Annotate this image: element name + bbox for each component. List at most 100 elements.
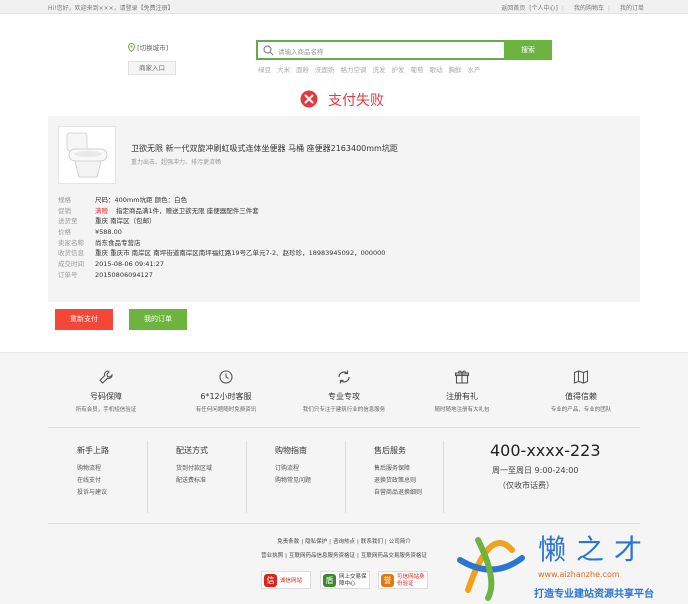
footer-link[interactable]: 隐私保护 — [305, 539, 327, 545]
footer-link[interactable]: 自营商品退换细则 — [374, 487, 422, 499]
detail-key: 价格 — [58, 228, 71, 237]
divider — [443, 441, 444, 513]
order-card: 卫欲无限 新一代双旋冲刷虹吸式连体坐便器 马桶 座便器2163400mm坑距 重… — [48, 116, 640, 302]
service-title: 专业专攻 — [328, 392, 360, 401]
license-link[interactable]: 互联网药品交易服务资格证 — [361, 553, 427, 559]
trust-badge[interactable]: 信 诚信网站 — [261, 571, 311, 589]
hot-word[interactable]: 格力空调 — [341, 66, 367, 74]
footer-link[interactable]: 咨询热点 — [333, 539, 355, 545]
footer-link[interactable]: 货到付款区域 — [176, 463, 212, 475]
service-title: 号码保障 — [90, 392, 122, 401]
search-placeholder: 请输入商品名称 — [278, 48, 324, 56]
merchant-entry-button[interactable]: 商家入口 — [128, 61, 176, 75]
footer-link[interactable]: 退换货政策总则 — [374, 475, 422, 487]
column-title: 配送方式 — [176, 446, 208, 455]
footer-link[interactable]: 投诉与建议 — [77, 487, 109, 499]
hot-word[interactable]: 护发 — [392, 66, 405, 74]
watermark-text: 懒之才 — [538, 533, 653, 566]
footer-link[interactable]: 联系我们 — [361, 539, 383, 545]
greeting-text[interactable]: Hi!您好，欢迎来到×××，请登录 — [48, 5, 138, 12]
refresh-icon — [338, 370, 350, 384]
hot-word[interactable]: 眼动 — [430, 66, 443, 74]
divider — [345, 441, 346, 513]
hot-word[interactable]: 绿豆 — [258, 66, 271, 74]
wrench-icon — [99, 370, 113, 384]
footer-column: 购物指南 订购流程 购物常见问题 — [275, 445, 311, 487]
city-label: [切换城市] — [137, 44, 169, 52]
detail-key: 成交时间 — [58, 260, 84, 269]
search-bar: 请输入商品名称 搜索 — [256, 40, 552, 60]
hot-word[interactable]: 洗发 — [373, 66, 386, 74]
service-desc: 有任何问题随时免费资讯 — [195, 407, 257, 413]
gift-icon — [454, 370, 470, 384]
status-title: 支付失败 — [328, 93, 384, 109]
city-switcher[interactable]: [切换城市] — [127, 42, 169, 54]
service-desc: 我们只专注于建筑行业的信息服务 — [302, 407, 386, 413]
license-link[interactable]: 营业执照 — [261, 553, 283, 559]
service-title: 值得信赖 — [565, 392, 597, 401]
user-center-link[interactable]: [个人中心] — [529, 5, 558, 12]
product-title[interactable]: 卫欲无限 新一代双旋冲刷虹吸式连体坐便器 马桶 座便器2163400mm坑距 — [131, 143, 398, 154]
footer-link[interactable]: 在线支付 — [77, 475, 109, 487]
badge-icon: 誉 — [381, 574, 394, 587]
service-title: 注册有礼 — [446, 392, 478, 401]
trust-badge[interactable]: 盾 网上交易保障中心 — [320, 571, 370, 589]
detail-key: 订单号 — [58, 270, 78, 279]
badge-label: 诚信网站 — [280, 578, 303, 584]
hot-word[interactable]: 葡萄 — [411, 66, 424, 74]
promo-tag: 满赠 — [95, 206, 108, 215]
badge-label: 网上交易保障中心 — [339, 574, 367, 587]
hot-word[interactable]: 胸鲜 — [449, 66, 462, 74]
clock-icon — [219, 370, 233, 384]
location-pin-icon — [127, 42, 136, 54]
detail-key: 收货信息 — [58, 249, 84, 258]
license-link[interactable]: 互联网药品信息服务资格证 — [289, 553, 355, 559]
footer-link[interactable]: 购物常见问题 — [275, 475, 311, 487]
product-image[interactable] — [58, 126, 116, 184]
trust-badge[interactable]: 誉 可信网站身份验证 — [378, 571, 428, 589]
footer-link[interactable]: 售后服务保障 — [374, 463, 422, 475]
error-icon — [300, 90, 318, 108]
footer-column: 新手上路 购物流程 在线支付 投诉与建议 — [77, 445, 109, 499]
footer-link[interactable]: 免责条款 — [277, 539, 299, 545]
greeting: Hi!您好，欢迎来到×××，请登录【免费注册】 — [48, 3, 174, 12]
cart-link[interactable]: 我的购物车 — [574, 5, 604, 12]
badge-label: 可信网站身份验证 — [397, 574, 425, 587]
retry-payment-button[interactable]: 重新支付 — [55, 309, 113, 330]
divider: | — [607, 5, 610, 12]
hotline-number: 400-xxxx-223 — [490, 441, 601, 460]
search-input[interactable]: 请输入商品名称 — [256, 40, 504, 60]
detail-value: 重庆 南岸区（包邮） — [95, 217, 156, 226]
column-title: 新手上路 — [77, 446, 109, 455]
search-button[interactable]: 搜索 — [504, 40, 552, 60]
detail-value: 尺码：400mm坑距 颜色：白色 — [95, 196, 188, 204]
orders-link[interactable]: 我的订单 — [620, 5, 644, 12]
hot-word[interactable]: 大米 — [277, 66, 290, 74]
divider — [246, 441, 247, 513]
column-title: 售后服务 — [374, 446, 406, 455]
footer-link[interactable]: 购物流程 — [77, 463, 109, 475]
detail-value: 重庆 重庆市 南岸区 南坪街道南岸区南坪福红路19号乙单元7-2、赵珍珍，189… — [95, 249, 386, 258]
hot-words: 绿豆 大米 面粉 洗面奶 格力空调 洗发 护发 葡萄 眼动 胸鲜 水产 — [258, 64, 487, 74]
service-item: 6*12小时客服 有任何问题随时免费资讯 — [166, 369, 286, 413]
hot-word[interactable]: 面粉 — [296, 66, 309, 74]
footer-link[interactable]: 公司简介 — [389, 539, 411, 545]
my-orders-button[interactable]: 我的订单 — [129, 309, 187, 330]
detail-value: 2015-08-06 09:41:27 — [95, 260, 165, 269]
hot-word[interactable]: 水产 — [468, 66, 481, 74]
seller-link[interactable]: 尚东食品专营店 — [95, 238, 141, 249]
detail-key: 促销 — [58, 206, 71, 215]
home-link[interactable]: 返回首页 — [501, 5, 525, 12]
promo-text: 指定商品满1件，赠送卫欲无限 座便器配件三件套 — [116, 206, 259, 215]
register-link[interactable]: 【免费注册】 — [138, 5, 174, 12]
badge-icon: 信 — [264, 574, 277, 587]
footer-link[interactable]: 配送费标准 — [176, 475, 212, 487]
footer-link[interactable]: 订购流程 — [275, 463, 311, 475]
toilet-image — [66, 132, 108, 178]
service-title: 6*12小时客服 — [200, 392, 252, 401]
watermark-logo-icon — [457, 537, 525, 601]
hot-word[interactable]: 洗面奶 — [315, 66, 335, 74]
service-desc: 随时随地注册有大礼包 — [434, 407, 490, 413]
service-desc: 所有会员，手机短信验证 — [75, 407, 137, 413]
divider — [147, 441, 148, 513]
